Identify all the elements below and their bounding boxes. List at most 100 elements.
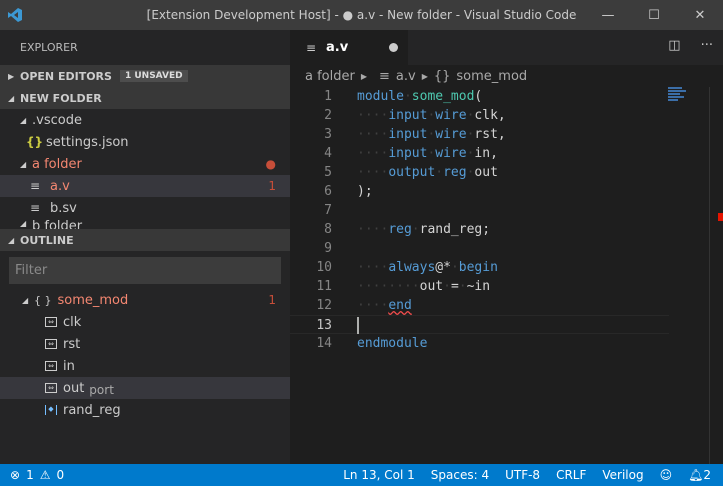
encoding[interactable]: UTF-8 xyxy=(505,468,540,482)
code-token: ···· xyxy=(357,165,389,180)
outline-item-label: clk xyxy=(63,314,82,330)
line-number: 1 xyxy=(324,89,332,104)
feedback-smiley-icon[interactable]: ☺ xyxy=(660,468,673,482)
line-number: 10 xyxy=(316,260,332,275)
code-line[interactable]: 14 endmodule xyxy=(290,334,723,353)
language-mode[interactable]: Verilog xyxy=(602,468,643,482)
line-number: 14 xyxy=(316,336,332,351)
line-text: ····input·wire·rst, xyxy=(357,125,506,144)
tree-item-a-v[interactable]: ≡ a.v 1 xyxy=(0,175,290,197)
problems-status[interactable]: ⊗ 1 ⚠ 0 xyxy=(0,468,64,482)
outline-item-out[interactable]: ⇔ out port xyxy=(0,377,290,399)
cursor-position[interactable]: Ln 13, Col 1 xyxy=(343,468,415,482)
chevron-right-icon: ▶ xyxy=(421,71,428,81)
problem-count: 1 xyxy=(268,293,276,307)
unsaved-dot-icon[interactable] xyxy=(389,43,398,52)
minimize-button[interactable]: — xyxy=(585,0,631,30)
outline-item-in[interactable]: ⇔ in xyxy=(0,355,290,377)
tree-item-a-folder[interactable]: ◢ a folder ● xyxy=(0,153,290,175)
text-cursor xyxy=(357,317,359,334)
code-token: ···· xyxy=(357,146,389,161)
code-line[interactable]: 1 module·some_mod( xyxy=(290,87,723,106)
code-token: ···· xyxy=(357,127,389,142)
line-text: ····input·wire·in, xyxy=(357,144,498,163)
line-text: endmodule xyxy=(357,334,427,353)
explorer-title: EXPLORER xyxy=(20,41,78,54)
code-line[interactable]: 5 ····output·reg·out xyxy=(290,163,723,182)
code-line[interactable]: 11 ········out·=·~in xyxy=(290,277,723,296)
chevron-right-icon: ▶ xyxy=(8,71,15,81)
section-label: OUTLINE xyxy=(20,233,74,247)
outline-item-clk[interactable]: ⇔ clk xyxy=(0,311,290,333)
line-number: 11 xyxy=(316,279,332,294)
code-line[interactable]: 12 ····end xyxy=(290,296,723,315)
breadcrumb-symbol[interactable]: some_mod xyxy=(456,69,527,84)
title-bar: [Extension Development Host] - ● a.v - N… xyxy=(0,0,723,30)
tree-item-settings-json[interactable]: {} settings.json xyxy=(0,131,290,153)
unsaved-badge: 1 UNSAVED xyxy=(119,70,188,82)
code-token: rst, xyxy=(474,127,506,142)
tree-item-b-folder[interactable]: ◢ b folder xyxy=(0,219,290,229)
outline-item-rand-reg[interactable]: ◆ rand_reg xyxy=(0,399,290,421)
code-token: out xyxy=(474,165,498,180)
outline-item-rst[interactable]: ⇔ rst xyxy=(0,333,290,355)
notification-count: 2 xyxy=(703,468,711,482)
variable-icon: ◆ xyxy=(45,405,57,415)
outline-item-label: out xyxy=(63,380,85,396)
code-line[interactable]: 9 xyxy=(290,239,723,258)
code-token: wire xyxy=(435,146,467,161)
breadcrumb-folder[interactable]: a folder xyxy=(305,69,355,84)
open-editors-section[interactable]: ▶ OPEN EDITORS 1 UNSAVED xyxy=(0,65,290,87)
code-line[interactable]: 3 ····input·wire·rst, xyxy=(290,125,723,144)
outline-section[interactable]: ◢ OUTLINE xyxy=(0,229,290,251)
split-editor-icon[interactable]: ◫ xyxy=(668,38,680,53)
code-line[interactable]: 6); xyxy=(290,182,723,201)
notifications[interactable]: 🔔︎2 xyxy=(688,468,711,482)
code-line[interactable]: 4 ····input·wire·in, xyxy=(290,144,723,163)
breadcrumb: a folder ▶ ≡ a.v ▶ {} some_mod xyxy=(290,65,723,87)
indentation[interactable]: Spaces: 4 xyxy=(431,468,489,482)
line-number: 9 xyxy=(324,241,332,256)
chevron-down-icon: ◢ xyxy=(20,219,27,228)
code-editor[interactable]: 1 module·some_mod(2 ····input·wire·clk, 3 ··… xyxy=(290,87,723,353)
code-line[interactable]: 2 ····input·wire·clk, xyxy=(290,106,723,125)
line-number: 7 xyxy=(324,203,332,218)
line-number: 2 xyxy=(324,108,332,123)
error-marker[interactable] xyxy=(718,213,723,221)
breadcrumb-file[interactable]: a.v xyxy=(396,69,416,84)
line-ending[interactable]: CRLF xyxy=(556,468,586,482)
tab-a-v[interactable]: ≡ a.v xyxy=(290,30,408,65)
line-text: ····output·reg·out xyxy=(357,163,498,182)
outline-filter-input[interactable]: Filter xyxy=(9,257,281,284)
code-token: input xyxy=(388,127,428,142)
code-token: input xyxy=(388,108,428,123)
status-bar: ⊗ 1 ⚠ 0 Ln 13, Col 1 Spaces: 4 UTF-8 CRLF … xyxy=(0,464,723,486)
code-token: ( xyxy=(474,89,483,104)
new-folder-section[interactable]: ◢ NEW FOLDER xyxy=(0,87,290,109)
maximize-button[interactable]: ☐ xyxy=(631,0,677,30)
code-token: rand_reg; xyxy=(419,222,491,237)
more-actions-icon[interactable]: ··· xyxy=(701,38,713,53)
chevron-down-icon: ◢ xyxy=(20,159,27,169)
overview-ruler[interactable] xyxy=(709,87,710,464)
code-token: · xyxy=(458,279,467,294)
code-line[interactable]: 13 xyxy=(290,315,669,334)
code-line[interactable]: 7 xyxy=(290,201,723,220)
line-number: 12 xyxy=(316,298,332,313)
module-braces-icon: { } xyxy=(34,293,52,307)
outline-item-label: rand_reg xyxy=(63,402,121,418)
code-line[interactable]: 8 ····reg·rand_reg; xyxy=(290,220,723,239)
minimap[interactable] xyxy=(668,87,686,109)
close-button[interactable]: ✕ xyxy=(677,0,723,30)
line-text xyxy=(357,316,359,335)
port-icon: ⇔ xyxy=(45,383,57,393)
code-token: reg xyxy=(443,165,467,180)
outline-item-label: rst xyxy=(63,336,81,352)
tree-item-vscode[interactable]: ◢ .vscode xyxy=(0,109,290,131)
tree-item-b-sv[interactable]: ≡ b.sv xyxy=(0,197,290,219)
chevron-down-icon: ◢ xyxy=(20,115,27,125)
code-token: @* xyxy=(435,260,451,275)
code-line[interactable]: 10 ····always@*·begin xyxy=(290,258,723,277)
outline-item-some-mod[interactable]: ◢ { } some_mod 1 xyxy=(0,289,290,311)
line-text: module·some_mod( xyxy=(357,87,482,106)
